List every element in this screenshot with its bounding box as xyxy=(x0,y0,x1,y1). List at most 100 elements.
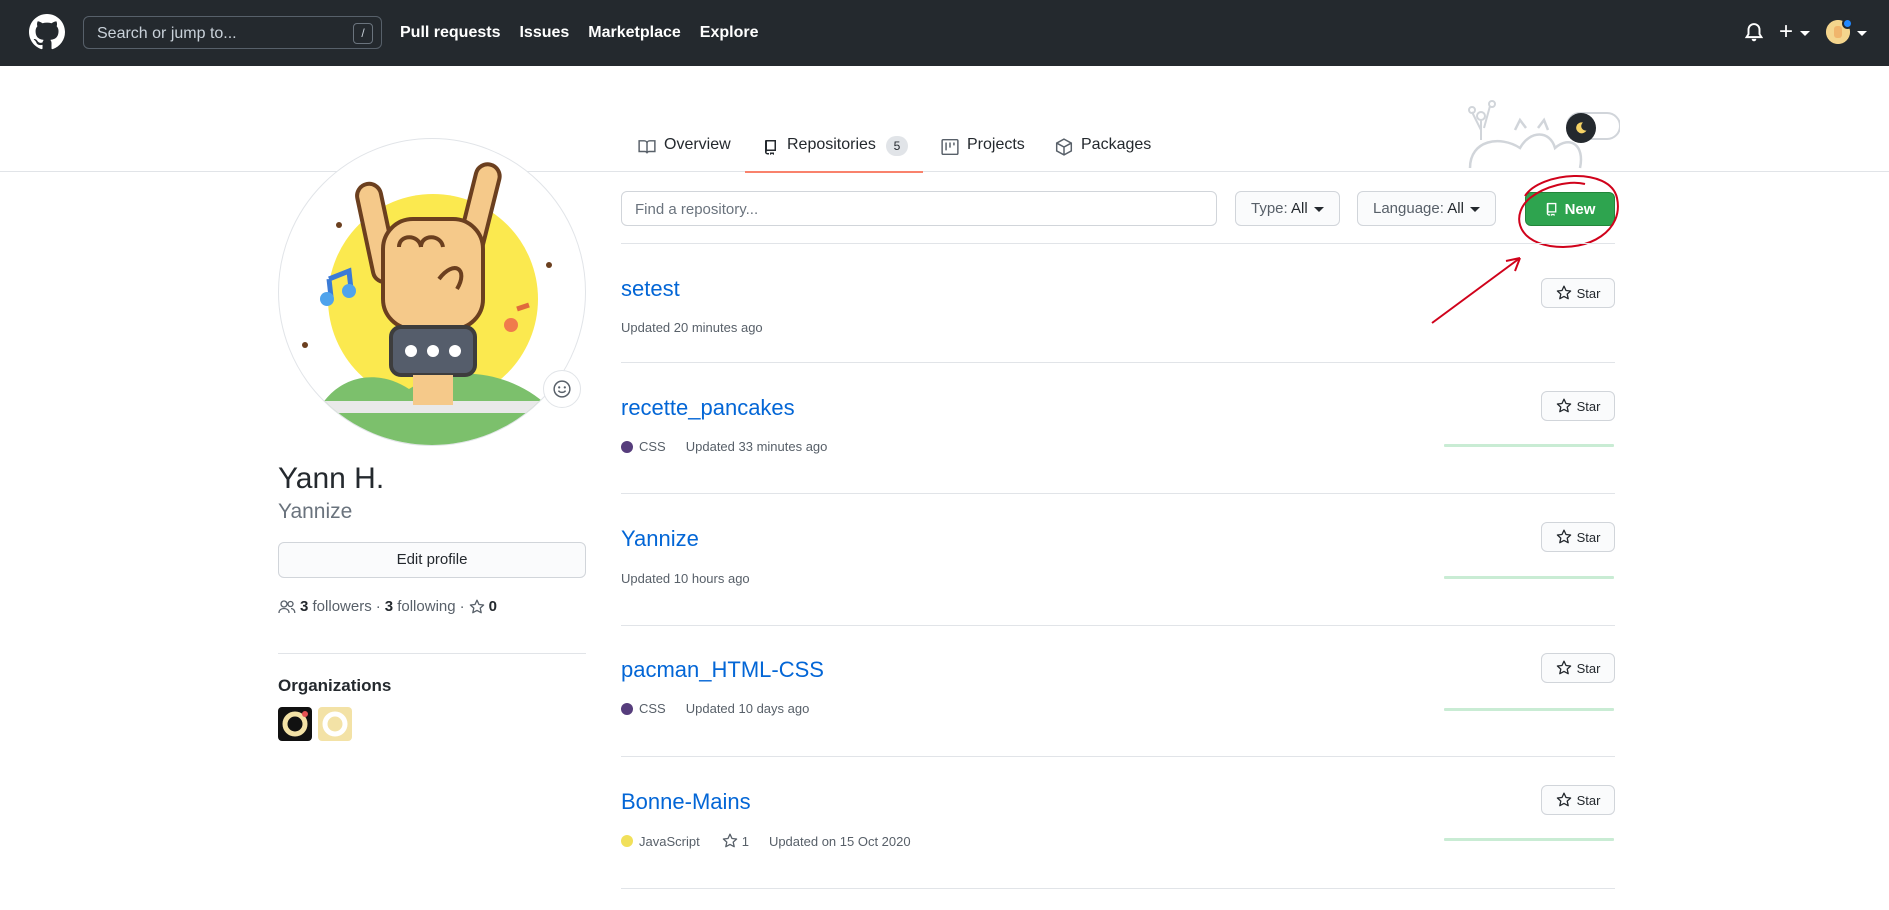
nav-explore[interactable]: Explore xyxy=(700,24,759,42)
tab-packages[interactable]: Packages xyxy=(1055,136,1151,172)
tab-overview[interactable]: Overview xyxy=(638,136,731,172)
follow-separator: · xyxy=(375,598,381,615)
following-link[interactable]: 3 following xyxy=(385,598,456,615)
star-icon xyxy=(1556,660,1571,675)
top-navbar: Search or jump to... / Pull requests Iss… xyxy=(0,0,1889,66)
github-logo-icon[interactable] xyxy=(29,14,65,50)
octocat-mascot-illustration xyxy=(1468,100,1620,169)
followers-count: 3 xyxy=(300,598,309,615)
theme-toggle-knob[interactable] xyxy=(1566,113,1596,143)
repo-meta: Updated 10 hours ago xyxy=(621,571,750,586)
org-logo-icon xyxy=(322,711,348,737)
activity-sparkline xyxy=(1444,444,1614,447)
star-icon xyxy=(1556,398,1571,413)
organization-avatar-2[interactable] xyxy=(318,707,352,741)
repo-name-link[interactable]: Yannize xyxy=(621,526,699,552)
follow-stats: 3 followers · 3 following · 0 xyxy=(278,598,497,615)
tab-overview-label: Overview xyxy=(664,136,731,153)
repo-meta: CSS Updated 10 days ago xyxy=(621,701,809,716)
stars-link[interactable]: 0 xyxy=(469,598,497,615)
type-filter-dropdown[interactable]: Type: All xyxy=(1235,191,1340,226)
tab-projects-label: Projects xyxy=(967,136,1025,153)
type-filter-label: Type: xyxy=(1251,200,1288,217)
following-count: 3 xyxy=(384,598,394,615)
repo-divider xyxy=(621,362,1615,363)
followers-link[interactable]: 3 followers xyxy=(300,598,372,615)
repo-divider xyxy=(621,756,1615,757)
star-button[interactable]: Star xyxy=(1541,522,1615,552)
star-button[interactable]: Star xyxy=(1541,278,1615,308)
repo-updated-time: Updated on 15 Oct 2020 xyxy=(768,833,911,849)
tab-projects[interactable]: Projects xyxy=(941,136,1025,172)
find-repository-input[interactable]: Find a repository... xyxy=(621,191,1217,226)
profile-full-name: Yann H. xyxy=(278,462,385,495)
global-nav: Pull requests Issues Marketplace Explore xyxy=(400,24,758,42)
star-button-label: Star xyxy=(1576,660,1601,676)
nav-issues[interactable]: Issues xyxy=(519,24,569,42)
find-repository-placeholder: Find a repository... xyxy=(635,201,759,218)
repo-name-link[interactable]: setest xyxy=(621,276,680,302)
type-filter-value: All xyxy=(1291,200,1308,217)
repo-divider xyxy=(621,243,1615,244)
language-color-dot xyxy=(621,440,633,453)
repo-name-link[interactable]: recette_pancakes xyxy=(621,395,795,421)
bell-icon[interactable] xyxy=(1743,22,1765,44)
repo-divider xyxy=(621,888,1615,889)
star-icon xyxy=(1556,285,1571,300)
stars-separator: · xyxy=(459,598,465,615)
search-placeholder: Search or jump to... xyxy=(97,25,237,42)
create-new-icon[interactable]: + xyxy=(1779,18,1793,46)
moon-icon xyxy=(1576,122,1587,134)
repo-language: CSS xyxy=(639,701,666,716)
notification-dot xyxy=(1842,18,1853,29)
repo-name-link[interactable]: Bonne-Mains xyxy=(621,789,751,815)
chevron-down-icon xyxy=(1313,206,1324,212)
repo-meta: CSS Updated 33 minutes ago xyxy=(621,439,827,454)
repo-updated-time: Updated 10 hours ago xyxy=(621,571,750,586)
set-status-button[interactable] xyxy=(543,370,581,408)
repo-divider xyxy=(621,625,1615,626)
organizations-heading: Organizations xyxy=(278,676,392,695)
star-icon xyxy=(1556,529,1571,544)
star-button-label: Star xyxy=(1576,398,1601,414)
repo-meta: Updated 20 minutes ago xyxy=(621,320,763,335)
star-button[interactable]: Star xyxy=(1541,785,1615,815)
language-color-dot xyxy=(621,702,633,715)
people-icon xyxy=(278,599,296,613)
repositories-count-badge: 5 xyxy=(885,136,908,156)
avatar-caret-icon[interactable] xyxy=(1857,31,1867,36)
star-icon xyxy=(469,599,484,613)
profile-avatar[interactable] xyxy=(278,138,586,446)
package-icon xyxy=(1055,138,1073,156)
star-button[interactable]: Star xyxy=(1541,653,1615,683)
book-icon xyxy=(638,140,656,154)
star-button-label: Star xyxy=(1576,792,1601,808)
star-button-label: Star xyxy=(1576,285,1601,301)
activity-sparkline xyxy=(1444,708,1614,711)
star-button[interactable]: Star xyxy=(1541,391,1615,421)
nav-marketplace[interactable]: Marketplace xyxy=(588,24,681,42)
nav-pull-requests[interactable]: Pull requests xyxy=(400,24,500,42)
organization-avatar-1[interactable] xyxy=(278,707,312,741)
repo-language: JavaScript xyxy=(639,833,700,849)
repo-updated-time: Updated 10 days ago xyxy=(685,701,810,716)
profile-username: Yannize xyxy=(278,500,353,523)
repo-updated-time: Updated 33 minutes ago xyxy=(685,439,828,454)
create-caret-icon[interactable] xyxy=(1800,31,1810,36)
repo-language: CSS xyxy=(639,439,666,454)
repo-name-link[interactable]: pacman_HTML-CSS xyxy=(621,657,824,683)
stars-count: 0 xyxy=(488,598,497,615)
search-input[interactable]: Search or jump to... / xyxy=(83,16,382,49)
repo-divider xyxy=(621,493,1615,494)
repo-icon xyxy=(765,140,776,155)
slash-shortcut-hint: / xyxy=(353,23,373,44)
repo-stargazers-link[interactable]: 1 xyxy=(722,833,749,849)
repo-star-count: 1 xyxy=(741,833,749,849)
tab-repositories[interactable]: Repositories 5 xyxy=(745,136,923,173)
smiley-icon xyxy=(553,380,571,398)
activity-sparkline xyxy=(1444,576,1614,579)
sidebar-divider xyxy=(278,653,586,654)
edit-profile-button[interactable]: Edit profile xyxy=(278,542,586,578)
org-logo-icon xyxy=(282,711,308,737)
activity-sparkline xyxy=(1444,838,1614,841)
